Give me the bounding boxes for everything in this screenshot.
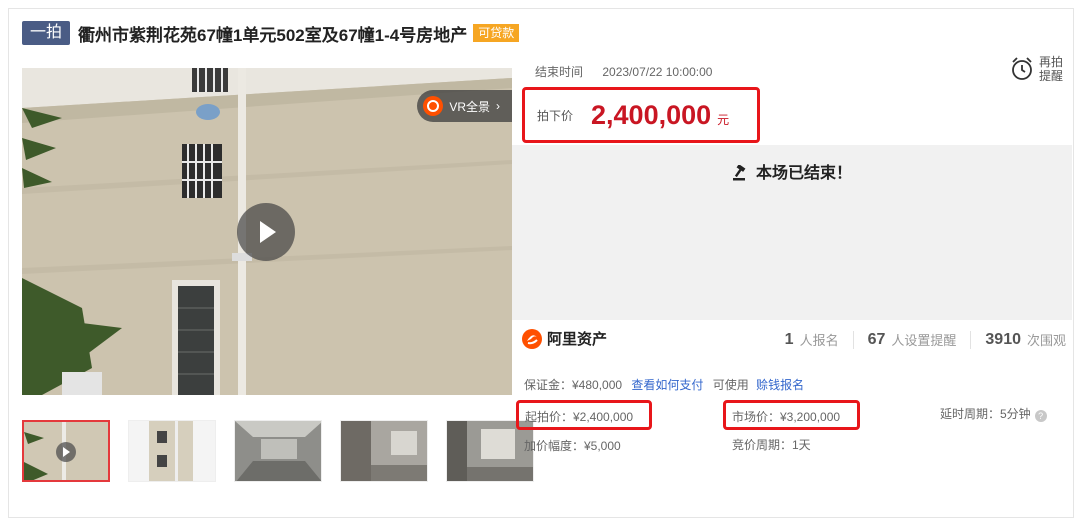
end-time: 结束时间 2023/07/22 10:00:00 (535, 63, 712, 80)
re-auction-remind-label: 再拍提醒 (1038, 55, 1063, 83)
delay-period: 延时周期：5分钟 (940, 407, 1031, 421)
help-icon[interactable]: ? (1034, 410, 1047, 422)
vr-panorama-button[interactable]: VR全景 › (417, 90, 512, 122)
auction-status-panel: 本场已结束！ (512, 145, 1072, 320)
thumbnail-strip (22, 420, 534, 482)
end-time-label: 结束时间 (535, 65, 584, 79)
sold-price-label: 拍下价 (537, 108, 574, 123)
reminder-label: 人设置提醒 (891, 333, 957, 348)
divider (970, 330, 972, 349)
reminder-count: 67 (867, 330, 886, 348)
loan-badge: 可贷款 (473, 24, 520, 42)
sold-price-unit: 元 (717, 112, 730, 127)
market-price: 市场价：¥3,200,000 (723, 400, 860, 430)
play-icon (56, 442, 76, 462)
thumbnail-interior-2-image (341, 421, 427, 481)
main-image[interactable]: VR全景 › (22, 68, 512, 395)
thumbnail-interior-3-image (447, 421, 533, 481)
brand: 阿里资产 (522, 328, 607, 349)
view-count: 3910 (985, 330, 1021, 348)
delay-period-row: 延时周期：5分钟? (940, 405, 1047, 422)
credit-signup-link[interactable]: 赊钱报名 (756, 378, 804, 392)
thumbnail-interior-1-image (235, 421, 321, 481)
ali-assets-logo-icon (522, 328, 542, 349)
auction-ended-text: 本场已结束！ (755, 165, 852, 182)
thumbnail-building[interactable] (128, 420, 216, 482)
thumbnail-interior-2[interactable] (340, 420, 428, 482)
deposit: 保证金：¥480,000 (524, 378, 623, 392)
bid-increment: 加价幅度：¥5,000 (524, 439, 621, 453)
auction-ended-status: 本场已结束！ (512, 159, 1072, 183)
thumbnail-building-image (129, 421, 215, 481)
gavel-icon (732, 164, 746, 181)
page-title: 衢州市紫荆花苑67幢1单元502室及67幢1-4号房地产 (78, 25, 468, 45)
vr-icon (423, 96, 444, 116)
re-auction-remind-button[interactable]: 再拍提醒 (1010, 55, 1064, 83)
alarm-clock-icon (1012, 57, 1032, 80)
how-to-pay-link[interactable]: 查看如何支付 (631, 378, 703, 392)
thumbnail-video[interactable] (22, 420, 110, 482)
brand-name: 阿里资产 (547, 331, 608, 348)
sold-price-value: 2,400,000 (591, 99, 712, 130)
sold-price: 拍下价 2,400,000 元 (522, 87, 760, 143)
deposit-row: 保证金：¥480,000 查看如何支付 可使用 赊钱报名 (524, 376, 804, 393)
view-label: 次围观 (1026, 333, 1066, 348)
title-row: 一拍 衢州市紫荆花苑67幢1单元502室及67幢1-4号房地产 可贷款 (22, 20, 520, 46)
chevron-right-icon: › (496, 99, 500, 113)
credit-signup-prefix: 可使用 (712, 378, 749, 392)
play-video-button[interactable] (237, 203, 295, 261)
vr-label: VR全景 (449, 99, 490, 114)
divider (852, 330, 854, 349)
bid-period: 竞价周期：1天 (732, 438, 811, 452)
signup-count: 1 (784, 330, 794, 348)
auction-stats: 1 人报名 67 人设置提醒 3910 次围观 (785, 330, 1066, 349)
signup-label: 人报名 (799, 333, 839, 348)
start-price: 起拍价：¥2,400,000 (516, 400, 652, 430)
thumbnail-interior-1[interactable] (234, 420, 322, 482)
round-tag: 一拍 (22, 21, 71, 45)
end-time-value: 2023/07/22 10:00:00 (602, 65, 713, 79)
